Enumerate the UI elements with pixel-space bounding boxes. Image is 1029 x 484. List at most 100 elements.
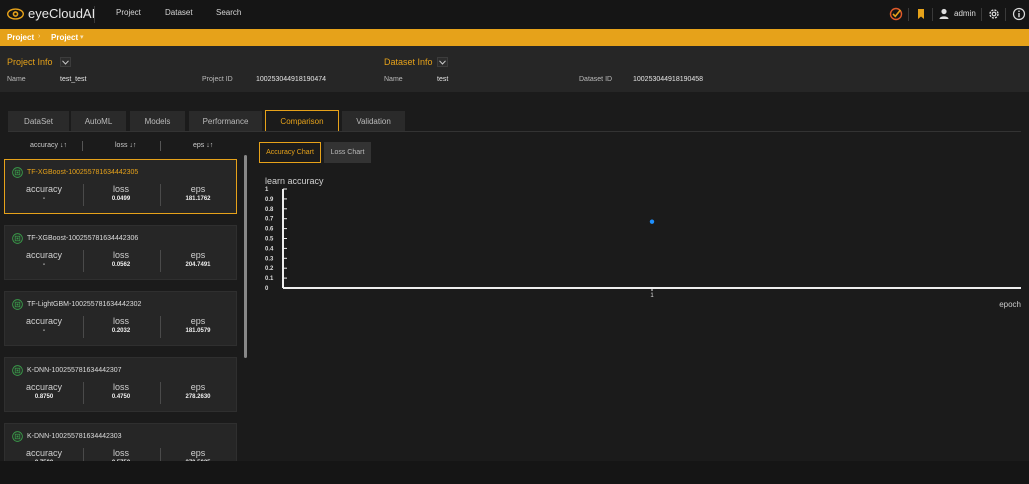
- accuracy-value: -: [43, 262, 45, 268]
- y-tick-label: 1: [265, 187, 269, 193]
- app-name: eyeCloudAI: [28, 6, 96, 21]
- model-list-scrollbar[interactable]: [244, 155, 247, 358]
- top-right-divider: [908, 8, 909, 21]
- eps-metric: eps 278.2630: [160, 382, 236, 400]
- check-status-icon[interactable]: [889, 7, 903, 21]
- accuracy-metric: accuracy -: [6, 316, 82, 334]
- loss-label: loss: [112, 250, 129, 260]
- accuracy-label: accuracy: [25, 250, 62, 260]
- tab-dataset[interactable]: DataSet: [8, 111, 69, 131]
- eps-label: eps: [190, 316, 206, 326]
- dataset-name-value: test: [437, 76, 449, 83]
- model-card[interactable]: TF-XGBoost-100255781634442306 accuracy - lo…: [4, 225, 237, 280]
- dataset-info-toggle[interactable]: [437, 57, 448, 67]
- model-name: TF-XGBoost-100255781634442306: [27, 235, 139, 242]
- app-logo[interactable]: eyeCloudAI: [7, 6, 95, 21]
- nav-project[interactable]: Project: [116, 8, 141, 17]
- y-tick-label: 0: [265, 286, 269, 292]
- accuracy-label: accuracy: [25, 382, 62, 392]
- bookmark-icon[interactable]: [914, 7, 928, 21]
- dataset-id-label: Dataset ID: [579, 76, 613, 83]
- sort-arrows-icon: ↓↑: [59, 142, 67, 149]
- breadcrumb-item-project[interactable]: Project: [7, 33, 34, 42]
- model-card-title: K-DNN-100255781634442303: [12, 431, 122, 442]
- sort-loss[interactable]: loss ↓↑: [115, 142, 136, 149]
- tab-comparison[interactable]: Comparison: [265, 110, 339, 131]
- accuracy-metric: accuracy 0.8750: [6, 382, 82, 400]
- model-card[interactable]: K-DNN-100255781634442307 accuracy 0.8750 lo…: [4, 357, 237, 412]
- project-info-toggle[interactable]: [60, 57, 71, 67]
- breadcrumb-item-project-current[interactable]: Project: [51, 33, 78, 42]
- project-info-title: Project Info: [7, 57, 53, 67]
- chevron-down-icon[interactable]: ▾: [80, 33, 84, 41]
- model-card[interactable]: TF-LightGBM-100255781634442302 accuracy - l…: [4, 291, 237, 346]
- loss-value: 0.2032: [111, 328, 131, 334]
- sort-eps-label: eps: [193, 142, 205, 149]
- column-divider: [160, 141, 161, 151]
- gear-icon[interactable]: [987, 7, 1001, 21]
- y-tick-label: 0.6: [265, 227, 274, 233]
- info-icon[interactable]: [1012, 7, 1026, 21]
- nav-dataset[interactable]: Dataset: [165, 8, 193, 17]
- model-list[interactable]: TF-XGBoost-100255781634442305 accuracy - lo…: [4, 159, 238, 461]
- loss-metric: loss 0.2032: [83, 316, 159, 334]
- loss-label: loss: [112, 316, 129, 326]
- data-point: [649, 219, 655, 224]
- accuracy-metric: accuracy -: [6, 184, 82, 202]
- y-tick-label: 0.9: [265, 197, 274, 203]
- accuracy-value: -: [43, 196, 45, 202]
- sort-accuracy[interactable]: accuracy ↓↑: [30, 142, 67, 149]
- accuracy-chart-tab[interactable]: Accuracy Chart: [259, 142, 321, 163]
- eps-value: 181.1762: [185, 196, 211, 202]
- accuracy-label: accuracy: [25, 184, 62, 194]
- chevron-down-icon: [62, 59, 69, 65]
- loss-chart-tab[interactable]: Loss Chart: [324, 142, 371, 163]
- tabs-divider: [8, 131, 1021, 132]
- project-name-value: test_test: [60, 76, 87, 83]
- model-chip-icon: [12, 299, 23, 310]
- model-card-title: TF-LightGBM-100255781634442302: [12, 299, 141, 310]
- model-name: K-DNN-100255781634442307: [27, 367, 122, 374]
- model-card[interactable]: K-DNN-100255781634442303accuracy0.7500lo…: [4, 423, 237, 461]
- project-id-value: 100253044918190474: [256, 76, 327, 83]
- y-tick-label: 0.2: [265, 266, 274, 272]
- tab-automl[interactable]: AutoML: [71, 111, 126, 131]
- tab-models[interactable]: Models: [130, 111, 185, 131]
- loss-label: loss: [112, 184, 129, 194]
- eps-label: eps: [190, 382, 206, 392]
- eps-metric: eps 181.0579: [160, 316, 236, 334]
- y-tick-label: 0.3: [265, 256, 274, 262]
- tab-performance[interactable]: Performance: [189, 111, 262, 131]
- loss-value: 0.0499: [111, 196, 131, 202]
- model-card[interactable]: TF-XGBoost-100255781634442305 accuracy - lo…: [4, 159, 237, 214]
- user-name[interactable]: admin: [954, 9, 976, 18]
- accuracy-label: accuracy: [25, 448, 62, 458]
- bottom-bar: [0, 461, 1029, 484]
- sort-eps[interactable]: eps ↓↑: [193, 142, 213, 149]
- loss-metric: loss 0.0499: [83, 184, 159, 202]
- info-bar: [0, 46, 1029, 92]
- dataset-info-title: Dataset Info: [384, 57, 433, 67]
- nav-search[interactable]: Search: [216, 8, 241, 17]
- model-name: K-DNN-100255781634442303: [27, 433, 122, 440]
- model-name: TF-XGBoost-100255781634442305: [27, 169, 139, 176]
- y-tick-label: 0.4: [265, 246, 274, 252]
- top-right-divider: [981, 8, 982, 21]
- top-right-divider: [932, 8, 933, 21]
- tab-validation[interactable]: Validation: [342, 111, 405, 131]
- dataset-name-label: Name: [384, 76, 403, 83]
- eps-metric: eps 204.7491: [160, 250, 236, 268]
- model-chip-icon: [12, 167, 23, 178]
- chevron-down-icon: [439, 59, 446, 65]
- y-tick-label: 0.5: [265, 237, 274, 243]
- eps-value: 181.0579: [185, 328, 211, 334]
- user-icon: [939, 8, 949, 19]
- x-axis-label: epoch: [999, 300, 1021, 309]
- loss-metric: loss 0.4750: [83, 382, 159, 400]
- model-chip-icon: [12, 431, 23, 442]
- sort-arrows-icon: ↓↑: [129, 142, 137, 149]
- project-id-label: Project ID: [202, 76, 233, 83]
- sort-accuracy-label: accuracy: [30, 142, 59, 149]
- eps-label: eps: [190, 250, 206, 260]
- model-card-title: TF-XGBoost-100255781634442306: [12, 233, 138, 244]
